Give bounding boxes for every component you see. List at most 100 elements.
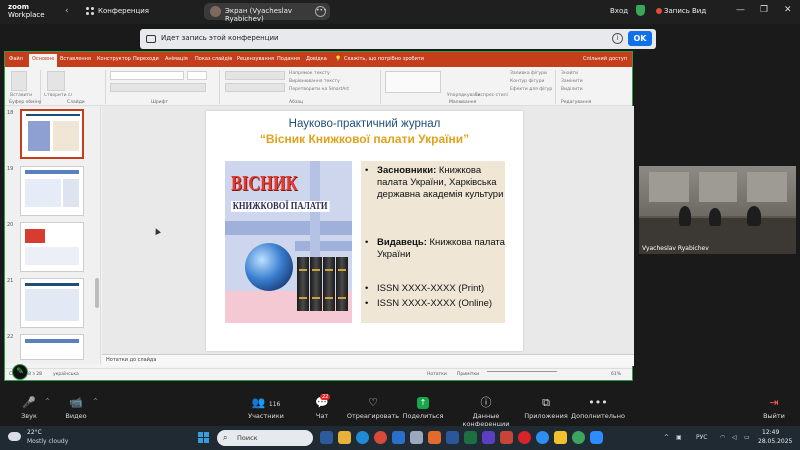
speaker-icon[interactable]: ◁: [732, 434, 737, 441]
tab-transitions[interactable]: Переходи: [133, 56, 159, 62]
tab-view[interactable]: Подання: [277, 56, 300, 62]
opera-icon[interactable]: [518, 431, 531, 444]
thumbnail-scrollbar[interactable]: [95, 278, 99, 308]
clock-date[interactable]: 28.05.2025: [758, 438, 792, 445]
notes-pane[interactable]: Нотатки до слайда: [102, 354, 634, 366]
cloud-icon[interactable]: [8, 432, 21, 441]
restore-icon[interactable]: ❐: [760, 5, 768, 15]
current-slide[interactable]: Науково-практичний журнал “Вісник Книжко…: [206, 111, 523, 351]
language-status[interactable]: українська: [53, 372, 79, 377]
meeting-info-button[interactable]: ⓘ Данные конференции: [450, 394, 522, 429]
slide-thumbnail-selected[interactable]: [20, 109, 84, 159]
participant-video[interactable]: Vyacheslav Ryabichev: [639, 166, 796, 254]
screen-share-pill[interactable]: Экран (Vyacheslav Ryabichev) •••: [204, 3, 330, 23]
chrome-icon[interactable]: [536, 431, 549, 444]
chevron-left-icon[interactable]: ‹: [65, 6, 69, 16]
windows-start-icon[interactable]: [198, 432, 210, 444]
select-button[interactable]: Виділити: [561, 87, 583, 92]
ok-button[interactable]: OK: [628, 31, 652, 46]
app-icon[interactable]: [410, 431, 423, 444]
chat-button[interactable]: 💬 22 Чат: [310, 394, 334, 420]
paste-icon[interactable]: [11, 71, 27, 91]
annotate-pen-icon[interactable]: ✎: [12, 364, 28, 380]
tab-design[interactable]: Конструктор: [97, 56, 131, 62]
tab-help[interactable]: Довідка: [306, 56, 327, 62]
more-button[interactable]: ••• Дополнительно: [570, 394, 626, 421]
slide-thumbnail[interactable]: [20, 166, 84, 216]
chevron-up-icon[interactable]: ^: [664, 434, 669, 441]
paragraph-align-buttons[interactable]: [225, 83, 285, 92]
teams-icon[interactable]: [482, 431, 495, 444]
quick-styles-button[interactable]: Експрес-стилі: [475, 93, 508, 98]
wifi-icon[interactable]: ◠: [720, 434, 725, 441]
chrome-icon[interactable]: [374, 431, 387, 444]
chevron-up-icon[interactable]: ^: [45, 398, 50, 405]
language-indicator[interactable]: РУС: [696, 434, 707, 441]
smartart-button[interactable]: Перетворити на SmartArt: [289, 87, 349, 92]
tab-slideshow[interactable]: Показ слайдів: [195, 56, 232, 62]
close-icon[interactable]: ✕: [784, 5, 792, 15]
share-button[interactable]: Спільний доступ: [583, 56, 627, 62]
zoom-app-icon[interactable]: [590, 431, 603, 444]
share-screen-button[interactable]: ↑ Поделиться: [402, 394, 444, 420]
mute-button[interactable]: 🎤 Звук ^: [16, 394, 50, 421]
tab-animations[interactable]: Анімація: [165, 56, 188, 62]
participants-button[interactable]: 👥 116 Участники: [244, 394, 288, 421]
weather-description[interactable]: Mostly cloudy: [27, 438, 68, 445]
whatsapp-icon[interactable]: [572, 431, 585, 444]
find-button[interactable]: Знайти: [561, 71, 578, 76]
text-direction-button[interactable]: Напрямок тексту: [289, 71, 330, 76]
shapes-gallery[interactable]: [385, 71, 441, 93]
tell-me-input[interactable]: Скажіть, що потрібно зробити: [344, 56, 424, 62]
record-button[interactable]: Запись: [664, 7, 690, 15]
tab-review[interactable]: Рецензування: [237, 56, 274, 62]
slide-thumbnail[interactable]: [20, 278, 84, 328]
comments-toggle[interactable]: Примітки: [457, 372, 479, 377]
weather-temperature[interactable]: 22°C: [27, 429, 42, 436]
edge-icon[interactable]: [356, 431, 369, 444]
video-button[interactable]: 📹 Видео ^: [62, 394, 98, 421]
app-icon[interactable]: [428, 431, 441, 444]
font-format-buttons[interactable]: [110, 83, 206, 92]
font-size-select[interactable]: [187, 71, 207, 80]
word-icon[interactable]: [446, 431, 459, 444]
clock-time[interactable]: 12:49: [762, 429, 779, 436]
new-slide-icon[interactable]: [47, 71, 65, 91]
app-tray-icon[interactable]: ▣: [676, 434, 682, 441]
app-icon[interactable]: [554, 431, 567, 444]
tab-file[interactable]: Файл: [9, 56, 23, 62]
excel-icon[interactable]: [464, 431, 477, 444]
grid-icon[interactable]: [86, 7, 94, 15]
taskbar-search[interactable]: ⌕ Поиск: [217, 430, 313, 446]
more-icon[interactable]: •••: [315, 6, 327, 17]
align-text-button[interactable]: Вирівнювання тексту: [289, 79, 340, 84]
new-slide-label[interactable]: Створити слайд: [44, 93, 72, 98]
minimize-icon[interactable]: —: [736, 5, 745, 15]
shape-outline-button[interactable]: Контур фігури: [510, 79, 544, 84]
react-button[interactable]: ♡ Отреагировать: [346, 394, 400, 421]
notes-toggle[interactable]: Нотатки: [427, 372, 447, 377]
zoom-slider[interactable]: [487, 371, 557, 377]
paragraph-list-buttons[interactable]: [225, 71, 285, 80]
login-button[interactable]: Вход: [610, 7, 628, 15]
tab-home[interactable]: Основне: [29, 54, 58, 67]
battery-icon[interactable]: ▭: [744, 434, 750, 441]
view-button[interactable]: Вид: [692, 7, 706, 15]
apps-button[interactable]: ⧉ Приложения: [524, 394, 568, 421]
font-family-select[interactable]: [110, 71, 184, 80]
shape-effects-button[interactable]: Ефекти для фігур: [510, 87, 552, 92]
paste-label[interactable]: Вставити: [10, 93, 32, 98]
zoom-percent[interactable]: 61%: [611, 372, 621, 377]
task-view-icon[interactable]: [320, 431, 333, 444]
tab-insert[interactable]: Вставлення: [60, 56, 91, 62]
leave-button[interactable]: ⇥ Выйти: [760, 394, 788, 421]
chevron-up-icon[interactable]: ^: [93, 398, 98, 405]
file-explorer-icon[interactable]: [338, 431, 351, 444]
shield-icon[interactable]: [636, 5, 645, 16]
slide-thumbnail[interactable]: [20, 334, 84, 360]
powerpoint-icon[interactable]: [500, 431, 513, 444]
slide-thumbnail[interactable]: [20, 222, 84, 272]
info-icon[interactable]: i: [612, 33, 623, 44]
replace-button[interactable]: Замінити: [561, 79, 583, 84]
outlook-icon[interactable]: [392, 431, 405, 444]
